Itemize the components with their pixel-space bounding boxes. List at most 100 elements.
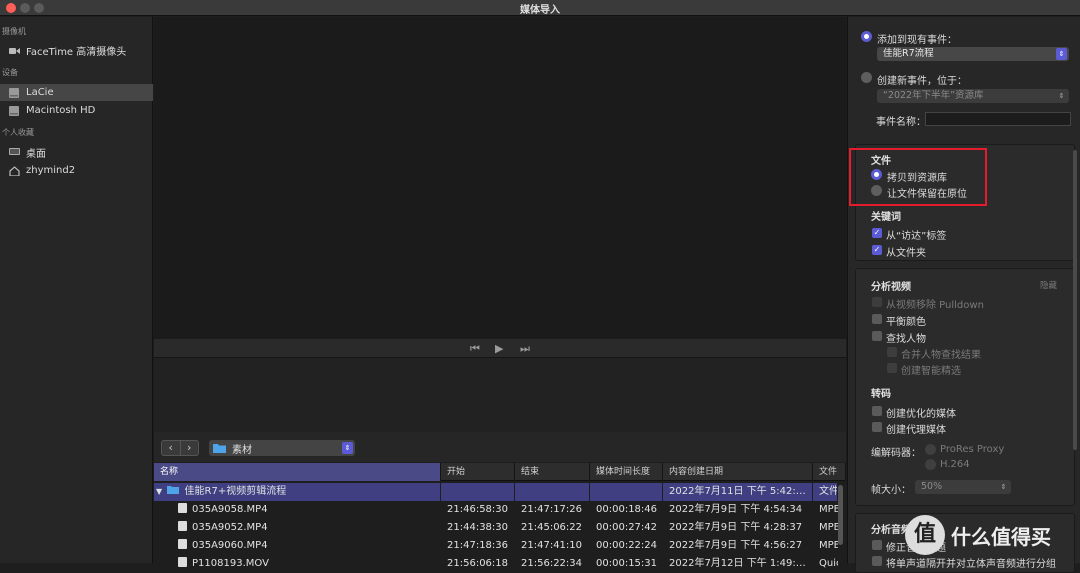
row-created: 2022年7月9日 下午 4:56:27 (669, 540, 803, 551)
column-header-end[interactable]: 结束 (515, 463, 590, 481)
row-name-cell: 035A9058.MP4 (154, 501, 441, 519)
panel-scrollbar[interactable] (1073, 150, 1077, 450)
remove-pulldown-checkbox[interactable] (872, 297, 882, 307)
create-optimized-label: 创建优化的媒体 (886, 409, 956, 420)
row-type: 文件 (813, 483, 838, 501)
forward-button[interactable]: › (181, 441, 199, 455)
codec-h264-radio[interactable] (925, 459, 936, 470)
highlight-annotation-box (849, 148, 987, 206)
sidebar-item-label: zhymind2 (26, 165, 76, 176)
sidebar-header-favorites: 个人收藏 (2, 128, 34, 137)
consolidate-people-checkbox[interactable] (887, 347, 897, 357)
camera-icon (8, 46, 20, 56)
column-header-name[interactable]: 名称 (154, 463, 441, 481)
create-proxy-label: 创建代理媒体 (886, 425, 946, 436)
chevron-updown-icon: ⇕ (1000, 483, 1007, 491)
table-row[interactable]: 035A9060.MP4 21:47:18:36 21:47:41:10 00:… (154, 537, 838, 555)
sidebar-item-lacie[interactable]: LaCie (0, 84, 153, 101)
new-event-library-value: “2022年下半年”资源库 (883, 90, 984, 101)
table-row[interactable]: ▼ 佳能R7+视频剪辑流程 2022年7月11日 下午 5:42:… 文件 (154, 483, 838, 501)
chevron-updown-icon: ⇕ (1056, 48, 1067, 60)
sidebar-item-desktop[interactable]: 桌面 (0, 144, 153, 161)
create-proxy-checkbox[interactable] (872, 422, 882, 432)
find-people-label: 查找人物 (886, 334, 926, 345)
row-type: Quic (819, 558, 838, 569)
row-type: MPE (819, 522, 838, 533)
sidebar-item-home[interactable]: zhymind2 (0, 162, 153, 179)
find-people-checkbox[interactable] (872, 331, 882, 341)
event-name-label: 事件名称： (876, 117, 926, 128)
next-frame-icon[interactable]: ⏭ (520, 342, 530, 356)
video-file-icon (178, 521, 187, 531)
drive-icon (8, 105, 20, 116)
balance-color-checkbox[interactable] (872, 314, 882, 324)
codec-h264-label: H.264 (940, 459, 970, 470)
add-existing-label: 添加到现有事件： (877, 35, 957, 46)
row-start (441, 483, 515, 501)
row-end: 21:45:06:22 (521, 522, 583, 533)
history-nav: ‹ › (161, 440, 199, 456)
home-icon (8, 165, 20, 176)
row-start: 21:47:18:36 (447, 540, 509, 551)
column-header-start[interactable]: 开始 (441, 463, 515, 481)
row-end: 21:56:22:34 (521, 558, 583, 569)
table-scrollbar[interactable] (838, 485, 843, 545)
column-header-created[interactable]: 内容创建日期 (663, 463, 813, 481)
table-row[interactable]: 035A9052.MP4 21:44:38:30 21:45:06:22 00:… (154, 519, 838, 537)
chevron-updown-icon: ⇕ (342, 442, 353, 454)
table-row[interactable]: 035A9058.MP4 21:46:58:30 21:47:17:26 00:… (154, 501, 838, 519)
watermark-logo-icon: 值 (905, 515, 945, 555)
sidebar-item-facetime-camera[interactable]: FaceTime 高清摄像头 (0, 42, 153, 59)
fix-audio-checkbox[interactable] (872, 540, 882, 550)
codec-prores-label: ProRes Proxy (940, 444, 1005, 455)
row-end: 21:47:17:26 (521, 504, 583, 515)
folder-select[interactable]: 素材 ⇕ (209, 440, 355, 456)
sidebar-item-label: Macintosh HD (26, 105, 96, 116)
disclosure-triangle-icon[interactable]: ▼ (156, 487, 162, 496)
create-new-radio[interactable] (861, 72, 872, 83)
row-name-cell: 035A9060.MP4 (154, 537, 441, 555)
chevron-updown-icon: ⇕ (1058, 92, 1065, 100)
column-header-duration[interactable]: 媒体时间长度 (590, 463, 663, 481)
browser-toolbar: ‹ › 素材 ⇕ (154, 432, 846, 462)
create-smart-collections-checkbox[interactable] (887, 363, 897, 373)
from-finder-tags-checkbox[interactable]: ✓ (872, 228, 882, 238)
column-header-type[interactable]: 文件 (813, 463, 846, 481)
table-row[interactable]: P1108193.MOV 21:56:06:18 21:56:22:34 00:… (154, 555, 838, 573)
event-name-field[interactable] (925, 112, 1071, 126)
row-name: 035A9058.MP4 (192, 504, 268, 515)
add-existing-radio[interactable] (861, 31, 872, 42)
frame-size-value: 50% (921, 481, 943, 492)
codec-prores-radio[interactable] (925, 444, 936, 455)
video-file-icon (178, 557, 187, 567)
frame-size-popup[interactable]: 50% ⇕ (915, 480, 1011, 494)
preview-viewer (154, 17, 846, 339)
row-start: 21:56:06:18 (447, 558, 509, 569)
desktop-icon (8, 148, 20, 158)
new-event-library-popup[interactable]: “2022年下半年”资源库 ⇕ (877, 89, 1069, 103)
back-button[interactable]: ‹ (162, 441, 181, 455)
existing-event-popup[interactable]: 佳能R7流程 ⇕ (877, 47, 1069, 61)
previous-frame-icon[interactable]: ⏮ (470, 342, 480, 356)
balance-color-label: 平衡颜色 (886, 317, 926, 328)
filmstrip-area (154, 358, 846, 432)
row-name: 佳能R7+视频剪辑流程 (184, 486, 287, 497)
sidebar-item-macintosh-hd[interactable]: Macintosh HD (0, 102, 153, 119)
create-optimized-checkbox[interactable] (872, 406, 882, 416)
hide-button[interactable]: 隐藏 (1040, 279, 1057, 291)
sidebar: 摄像机 FaceTime 高清摄像头 设备 LaCie Macintosh HD… (0, 17, 153, 563)
row-start: 21:44:38:30 (447, 522, 509, 533)
separate-mono-checkbox[interactable] (872, 556, 882, 566)
row-type: MPE (819, 540, 838, 551)
folder-select-label: 素材 (232, 444, 252, 456)
from-folders-checkbox[interactable]: ✓ (872, 245, 882, 255)
window-title: 媒体导入 (520, 5, 560, 16)
from-folders-label: 从文件夹 (886, 248, 926, 259)
row-created: 2022年7月9日 下午 4:54:34 (669, 504, 803, 515)
table-header: 名称 开始 结束 媒体时间长度 内容创建日期 文件 (154, 463, 846, 481)
row-duration (590, 483, 663, 501)
create-smart-collections-label: 创建智能精选 (901, 366, 961, 377)
play-icon[interactable]: ▶ (495, 342, 503, 355)
remove-pulldown-label: 从视频移除 Pulldown (886, 300, 984, 311)
sidebar-header-devices: 设备 (2, 68, 18, 77)
